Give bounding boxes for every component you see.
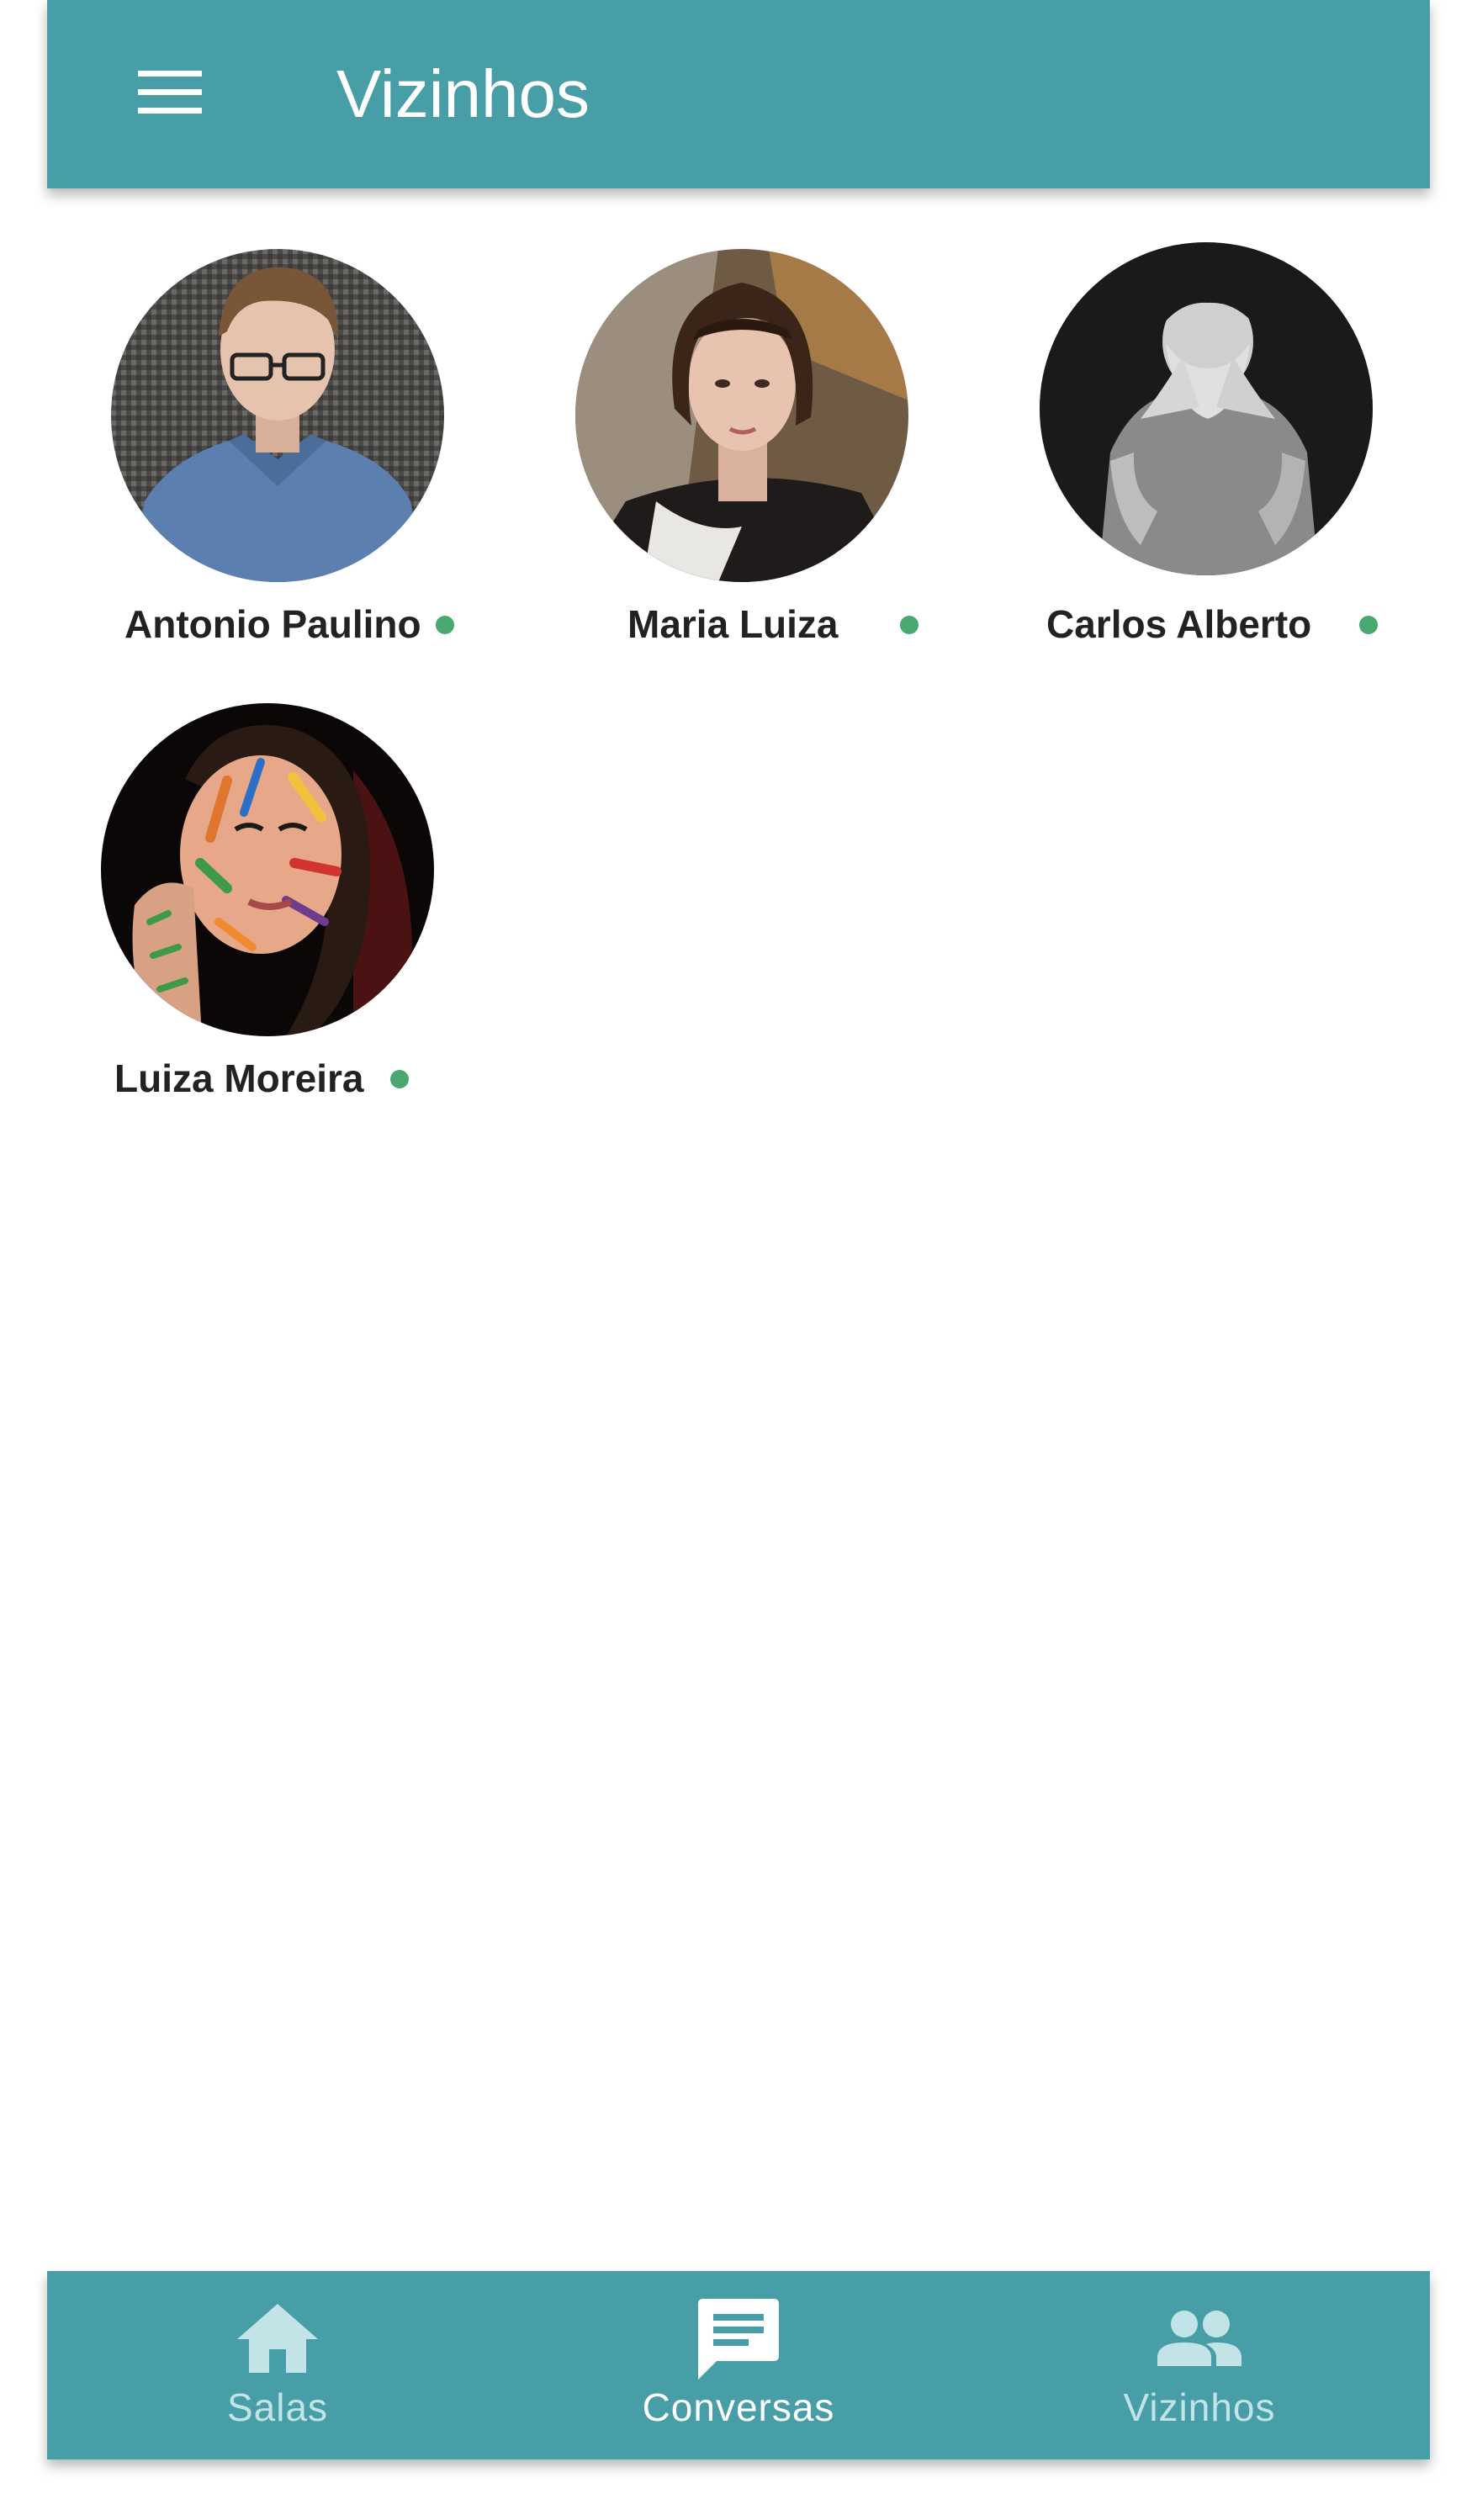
- neighbor-card-luiza-moreira[interactable]: Luiza Moreira: [98, 703, 569, 1141]
- bottom-navigation: Salas Conversas Vizinhos: [47, 2271, 1430, 2459]
- people-icon: [1152, 2295, 1247, 2382]
- nav-item-vizinhos[interactable]: Vizinhos: [969, 2271, 1430, 2459]
- online-status-dot: [436, 616, 454, 634]
- nav-label: Conversas: [642, 2385, 835, 2429]
- neighbor-card-antonio-paulino[interactable]: Antonio Paulino: [108, 249, 579, 686]
- online-status-dot: [900, 616, 918, 634]
- home-icon: [230, 2295, 325, 2382]
- avatar: [575, 249, 908, 582]
- neighbor-card-maria-luiza[interactable]: Maria Luiza: [572, 249, 1043, 686]
- neighbor-name: Antonio Paulino: [124, 602, 421, 646]
- avatar: [1040, 242, 1373, 575]
- hamburger-menu-icon: [138, 69, 202, 120]
- menu-button[interactable]: [128, 52, 212, 136]
- nav-item-salas[interactable]: Salas: [47, 2271, 508, 2459]
- nav-label: Salas: [226, 2385, 329, 2429]
- page-title: Vizinhos: [336, 56, 590, 131]
- nav-label: Vizinhos: [1123, 2385, 1276, 2429]
- neighbors-grid: Antonio Paulino Maria Luiza Carlos Alber…: [0, 0, 1477, 2271]
- app-bar: Vizinhos: [47, 0, 1430, 188]
- chat-bubble-icon: [691, 2295, 786, 2382]
- neighbor-card-carlos-alberto[interactable]: Carlos Alberto: [1035, 242, 1477, 680]
- online-status-dot: [390, 1070, 409, 1088]
- avatar: [111, 249, 444, 582]
- online-status-dot: [1359, 616, 1378, 634]
- neighbor-name: Maria Luiza: [627, 602, 839, 646]
- nav-item-conversas[interactable]: Conversas: [508, 2271, 969, 2459]
- avatar: [101, 703, 434, 1036]
- neighbor-name: Luiza Moreira: [114, 1056, 364, 1100]
- neighbor-name: Carlos Alberto: [1046, 602, 1312, 646]
